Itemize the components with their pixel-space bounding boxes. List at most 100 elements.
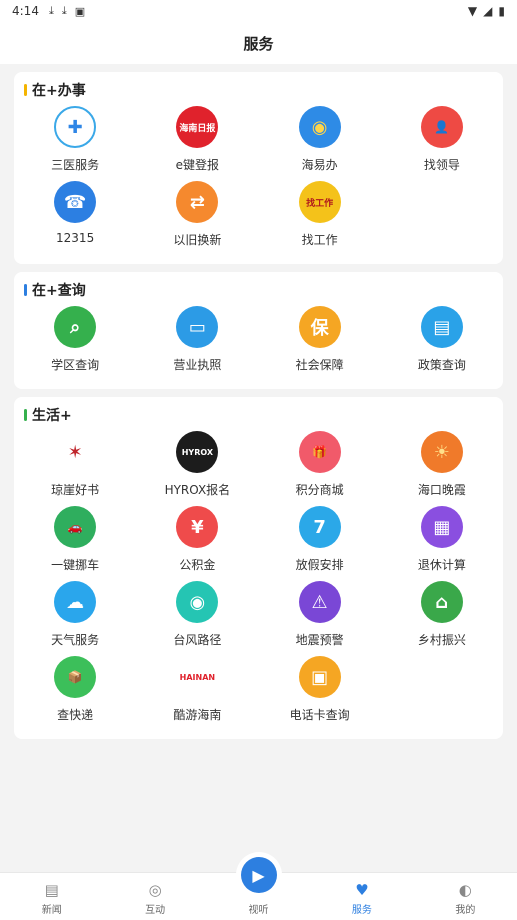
- service-item-label: 乡村振兴: [417, 633, 466, 647]
- shield-icon: 保: [298, 306, 341, 348]
- calendar-icon: 7: [298, 506, 341, 548]
- service-item[interactable]: ☀ 海口晚霞: [381, 429, 503, 504]
- service-item[interactable]: ◉ 海易办: [259, 104, 381, 179]
- wifi-icon: ▼: [467, 4, 478, 18]
- service-item-label: 以旧换新: [173, 233, 222, 247]
- service-item[interactable]: 保社会保障: [259, 304, 381, 379]
- tab-compass[interactable]: ◎ 互动: [103, 873, 206, 920]
- service-item-label: 学区查询: [51, 358, 100, 372]
- gift-icon: 🎁: [298, 431, 341, 473]
- section-title-text: 在+办事: [32, 83, 86, 99]
- header: 服务: [0, 22, 517, 64]
- service-section: 在+查询 ⌕ 学区查询 ▭ 营业执照 保社会保障 ▤ 政策查询: [14, 272, 503, 389]
- service-item[interactable]: 海南日报 e键登报: [136, 104, 258, 179]
- service-item-label: 琼崖好书: [51, 483, 100, 497]
- service-item-label: 退休计算: [417, 558, 466, 572]
- service-item[interactable]: 7 放假安排: [259, 504, 381, 579]
- building-search-icon: ⌕: [54, 306, 97, 348]
- hainan-daily-logo-icon: 海南日报: [176, 106, 219, 148]
- service-item-label: 找领导: [423, 158, 460, 172]
- service-item-label: 海口晚霞: [417, 483, 466, 497]
- service-item-label: 积分商城: [295, 483, 344, 497]
- medical-cross-icon: ✚: [54, 106, 97, 148]
- signal-icon: ◢: [483, 4, 493, 18]
- service-item[interactable]: HYROX HYROX报名: [136, 429, 258, 504]
- service-item[interactable]: ✚ 三医服务: [14, 104, 136, 179]
- service-item-label: 12315: [56, 231, 95, 245]
- profile-icon: ◐: [458, 881, 472, 899]
- service-item-label: 一键挪车: [51, 558, 100, 572]
- package-icon: 📦: [54, 656, 97, 698]
- service-item[interactable]: ¥ 公积金: [136, 504, 258, 579]
- status-time: 4:14: [12, 4, 39, 18]
- exchange-icon: ⇄: [176, 181, 219, 223]
- service-item-label: e键登报: [175, 158, 220, 172]
- service-item[interactable]: ⇄ 以旧换新: [136, 179, 258, 254]
- bottom-tab-bar: ▤ 新闻 ◎ 互动 ▶ 视听 ♥ 服务 ◐ 我的: [0, 857, 517, 920]
- service-item[interactable]: ◉ 台风路径: [136, 579, 258, 654]
- service-item[interactable]: ✶ 琼崖好书: [14, 429, 136, 504]
- section-title: 在+查询: [14, 280, 503, 300]
- service-item-label: 台风路径: [173, 633, 222, 647]
- service-item-label: 营业执照: [173, 358, 222, 372]
- sim-card-icon: ▣: [298, 656, 341, 698]
- service-item[interactable]: 🎁 积分商城: [259, 429, 381, 504]
- service-item-label: 电话卡查询: [289, 708, 350, 722]
- service-item[interactable]: ⌂ 乡村振兴: [381, 579, 503, 654]
- service-item-label: 三医服务: [51, 158, 100, 172]
- section-title-text: 在+查询: [32, 283, 86, 299]
- status-bar: 4:14 ⤓ ⤓ ▣ ▼ ◢ ▮: [0, 0, 517, 22]
- section-accent-bar: [24, 409, 27, 421]
- book-logo-icon: ✶: [54, 431, 97, 473]
- service-item[interactable]: ▣ 电话卡查询: [259, 654, 381, 729]
- sunset-icon: ☀: [420, 431, 463, 473]
- section-title: 生活+: [14, 405, 503, 425]
- service-item-label: 找工作: [301, 233, 338, 247]
- battery-icon: ▮: [498, 4, 505, 18]
- service-item[interactable]: 找工作 找工作: [259, 179, 381, 254]
- service-item-label: 政策查询: [417, 358, 466, 372]
- section-title: 在+办事: [14, 80, 503, 100]
- news-icon: ▤: [44, 881, 59, 899]
- haiyiban-icon: ◉: [298, 106, 341, 148]
- job-icon: 找工作: [298, 181, 341, 223]
- service-item-label: 社会保障: [295, 358, 344, 372]
- tab-profile[interactable]: ◐ 我的: [414, 873, 517, 920]
- headset-icon: ☎: [54, 181, 97, 223]
- service-item[interactable]: ☁ 天气服务: [14, 579, 136, 654]
- service-item-label: 天气服务: [51, 633, 100, 647]
- section-title-text: 生活+: [32, 408, 72, 424]
- car-icon: 🚗: [54, 506, 97, 548]
- service-item[interactable]: 🚗 一键挪车: [14, 504, 136, 579]
- service-item-label: 公积金: [179, 558, 216, 572]
- hainan-travel-logo-icon: HAINAN: [176, 656, 219, 698]
- license-icon: ▭: [176, 306, 219, 348]
- tab-label: 新闻: [41, 905, 62, 916]
- tab-play[interactable]: ▶ 视听: [207, 857, 310, 920]
- service-grid: ⌕ 学区查询 ▭ 营业执照 保社会保障 ▤ 政策查询: [14, 304, 503, 379]
- download-icon: ⤓: [48, 4, 54, 17]
- tab-heart[interactable]: ♥ 服务: [310, 873, 413, 920]
- hyrox-logo-icon: HYROX: [176, 431, 219, 473]
- service-item[interactable]: 👤 找领导: [381, 104, 503, 179]
- service-item[interactable]: ⌕ 学区查询: [14, 304, 136, 379]
- service-item-label: 查快递: [57, 708, 94, 722]
- service-item[interactable]: ▭ 营业执照: [136, 304, 258, 379]
- service-section: 在+办事 ✚ 三医服务 海南日报 e键登报 ◉ 海易办 👤 找领导 ☎ 12315 ⇄ 以旧换新 找工作找…: [14, 72, 503, 264]
- page-title: 服务: [243, 34, 274, 53]
- service-item[interactable]: ⚠ 地震预警: [259, 579, 381, 654]
- tab-label: 互动: [145, 905, 166, 916]
- tab-news[interactable]: ▤ 新闻: [0, 873, 103, 920]
- service-item[interactable]: HAINAN 酷游海南: [136, 654, 258, 729]
- service-item[interactable]: ▤ 政策查询: [381, 304, 503, 379]
- service-item[interactable]: 📦 查快递: [14, 654, 136, 729]
- download-icon: ⤓: [61, 4, 67, 17]
- service-item[interactable]: ▦ 退休计算: [381, 504, 503, 579]
- service-item-label: 放假安排: [295, 558, 344, 572]
- service-item-label: HYROX报名: [164, 483, 231, 497]
- calculator-icon: ▦: [420, 506, 463, 548]
- service-item-label: 地震预警: [295, 633, 344, 647]
- service-grid: ✚ 三医服务 海南日报 e键登报 ◉ 海易办 👤 找领导 ☎ 12315 ⇄ 以旧换新 找工作 找工作: [14, 104, 503, 254]
- service-item[interactable]: ☎ 12315: [14, 179, 136, 254]
- section-accent-bar: [24, 284, 27, 296]
